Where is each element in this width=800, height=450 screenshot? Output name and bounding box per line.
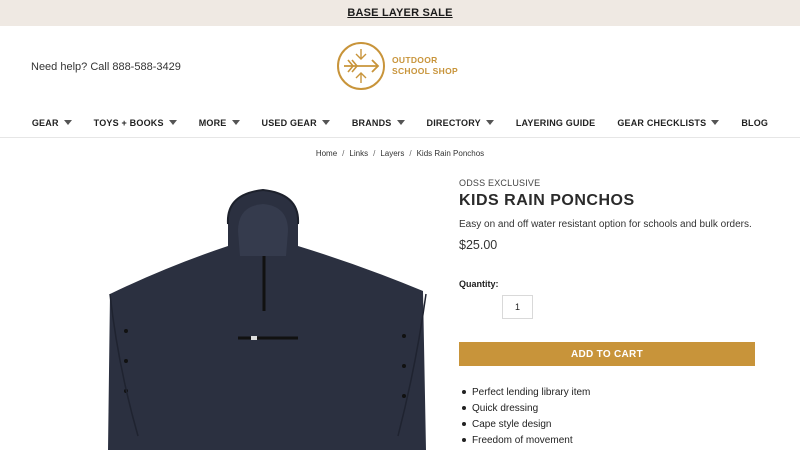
nav-item-label: DIRECTORY [426, 117, 481, 128]
product-description: Easy on and off water resistant option f… [459, 219, 752, 230]
feature-item: Freedom of movement [462, 432, 590, 448]
compass-arrow-icon [337, 42, 385, 90]
feature-item: Quick dressing [462, 400, 590, 416]
product-title: KIDS RAIN PONCHOS [459, 192, 635, 209]
logo-line-2: SCHOOL SHOP [392, 66, 458, 76]
nav-item-brands[interactable]: BRANDS [352, 118, 405, 128]
nav-item-more[interactable]: MORE [199, 118, 240, 128]
nav-item-layering-guide[interactable]: LAYERING GUIDE [516, 118, 595, 128]
promo-link[interactable]: BASE LAYER SALE [347, 7, 452, 19]
main-nav: GEAR TOYS + BOOKS MORE USED GEAR BRANDS DIREC… [0, 108, 800, 138]
feature-item: Perfect lending library item [462, 384, 590, 400]
nav-item-label: GEAR CHECKLISTS [617, 117, 707, 128]
chevron-down-icon [168, 120, 177, 125]
breadcrumb-separator: / [409, 149, 412, 158]
feature-list: Perfect lending library item Quick dressi… [462, 384, 590, 448]
nav-item-gear[interactable]: GEAR [32, 118, 72, 128]
add-to-cart-button[interactable]: ADD TO CART [459, 342, 755, 366]
nav-item-label: MORE [198, 117, 227, 128]
product-price: $25.00 [459, 238, 498, 252]
nav-item-gear-checklists[interactable]: GEAR CHECKLISTS [617, 117, 720, 128]
nav-item-toys-books[interactable]: TOYS + BOOKS [94, 118, 177, 128]
chevron-down-icon [231, 120, 240, 125]
chevron-down-icon [711, 120, 720, 125]
nav-item-label: BRANDS [351, 117, 392, 128]
chevron-down-icon [485, 120, 494, 125]
breadcrumb-separator: / [373, 149, 376, 158]
nav-item-directory[interactable]: DIRECTORY [427, 118, 494, 128]
breadcrumb-item[interactable]: Home [316, 149, 337, 158]
breadcrumb: Home / Links / Layers / Kids Rain Ponchos [0, 149, 800, 158]
chevron-down-icon [396, 120, 405, 125]
chevron-down-icon [63, 120, 72, 125]
chevron-down-icon [321, 120, 330, 125]
breadcrumb-separator: / [342, 149, 345, 158]
quantity-input[interactable]: 1 [502, 295, 533, 319]
nav-item-label: TOYS + BOOKS [93, 117, 164, 128]
site-logo[interactable]: OUTDOOR SCHOOL SHOP [336, 41, 458, 91]
nav-item-blog[interactable]: BLOG [741, 118, 768, 128]
breadcrumb-item[interactable]: Layers [380, 149, 404, 158]
feature-item: Cape style design [462, 416, 590, 432]
logo-text: OUTDOOR SCHOOL SHOP [392, 55, 458, 77]
breadcrumb-item[interactable]: Links [349, 149, 368, 158]
product-info: ODSS EXCLUSIVE KIDS RAIN PONCHOS Easy on… [459, 178, 759, 446]
nav-item-label: BLOG [741, 117, 769, 128]
product-image[interactable] [108, 186, 428, 450]
promo-bar: BASE LAYER SALE [0, 0, 800, 26]
nav-item-label: USED GEAR [261, 117, 317, 128]
nav-item-used-gear[interactable]: USED GEAR [262, 118, 330, 128]
nav-item-label: GEAR [31, 117, 59, 128]
quantity-label: Quantity: [459, 279, 499, 289]
product-brand[interactable]: ODSS EXCLUSIVE [459, 178, 759, 188]
site-header: Need help? Call 888-588-3429 OUTDOOR SCH… [0, 26, 800, 108]
logo-line-1: OUTDOOR [392, 55, 438, 65]
help-phone[interactable]: Need help? Call 888-588-3429 [31, 61, 181, 73]
breadcrumb-item[interactable]: Kids Rain Ponchos [417, 149, 485, 158]
nav-item-label: LAYERING GUIDE [515, 117, 596, 128]
